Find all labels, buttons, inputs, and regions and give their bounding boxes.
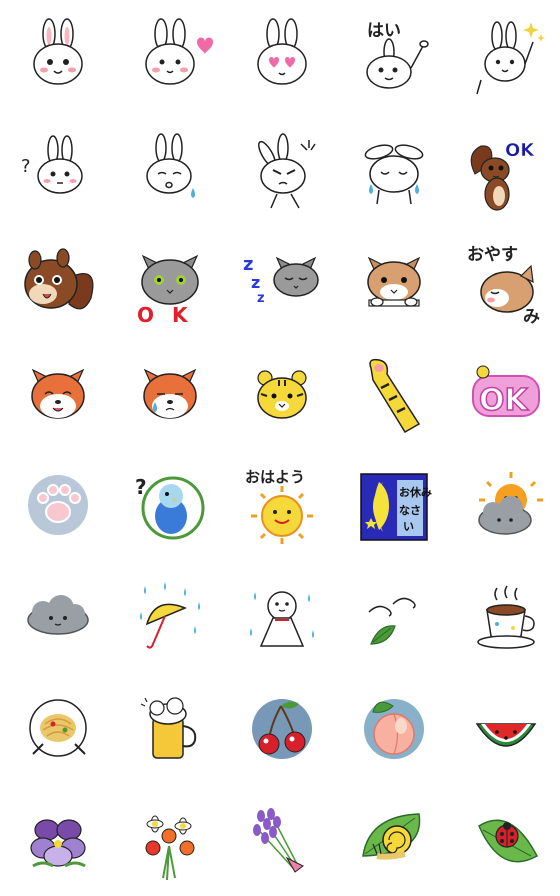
lavender-bouquet-icon[interactable] [237, 796, 327, 886]
moon-oyasuminasai-icon[interactable]: お休み なさ い [349, 460, 439, 550]
svg-text:み: み [523, 307, 540, 326]
watermelon-icon[interactable] [461, 684, 551, 774]
rabbit-question-icon[interactable]: ? [13, 124, 103, 214]
sun-ohayou-icon[interactable]: おはよう [237, 460, 327, 550]
parakeet-question-icon[interactable]: ? [125, 460, 215, 550]
zzz-text: z [243, 254, 253, 275]
cherries-icon[interactable] [237, 684, 327, 774]
coffee-cup-icon[interactable] [461, 572, 551, 662]
rabbit-sparkle-wave-icon[interactable] [461, 12, 551, 102]
pasta-plate-icon[interactable] [13, 684, 103, 774]
beer-mug-icon[interactable] [125, 684, 215, 774]
shiba-crying-icon[interactable] [125, 348, 215, 438]
sticker-sheet: はい ? OK OK z z z おやす み OK ? おはよう お休み なさ … [0, 0, 560, 896]
paw-print-icon[interactable] [13, 460, 103, 550]
peach-icon[interactable] [349, 684, 439, 774]
leaf-wind-icon[interactable] [349, 572, 439, 662]
svg-text:なさ: なさ [399, 504, 421, 517]
gray-cat-sleeping-icon[interactable]: z z z [237, 236, 327, 326]
sun-cloud-icon[interactable] [461, 460, 551, 550]
hai-text: はい [367, 21, 401, 41]
ok-text: OK [505, 140, 535, 161]
pansy-icon[interactable] [13, 796, 103, 886]
oyasumi-text: おやす [467, 245, 518, 265]
rabbit-sad-icon[interactable] [125, 124, 215, 214]
rabbit-heart-eyes-icon[interactable] [237, 12, 327, 102]
squirrel-ok-icon[interactable]: OK [461, 124, 551, 214]
ohayou-text: おはよう [245, 468, 305, 486]
question-mark-text: ? [135, 475, 147, 499]
rabbit-crying-icon[interactable] [349, 124, 439, 214]
oyasuminasai-text: お休み [399, 485, 432, 499]
ok-text: OK [137, 303, 206, 326]
tiger-paw-wave-icon[interactable] [349, 348, 439, 438]
tiger-face-icon[interactable] [237, 348, 327, 438]
shiba-happy-icon[interactable] [13, 348, 103, 438]
teru-teru-bozu-icon[interactable] [237, 572, 327, 662]
svg-text:い: い [403, 520, 414, 533]
rabbit-angry-icon[interactable] [237, 124, 327, 214]
rabbit-hai-icon[interactable]: はい [349, 12, 439, 102]
umbrella-rain-icon[interactable] [125, 572, 215, 662]
rabbit-heart-icon[interactable] [125, 12, 215, 102]
cloud-icon[interactable] [13, 572, 103, 662]
rabbit-smile-icon[interactable] [13, 12, 103, 102]
svg-text:z: z [251, 273, 260, 292]
question-mark-text: ? [21, 156, 31, 177]
svg-text:z: z [257, 291, 265, 306]
snail-leaf-icon[interactable] [349, 796, 439, 886]
flower-bouquet-icon[interactable] [125, 796, 215, 886]
gray-cat-ok-icon[interactable]: OK [125, 236, 215, 326]
ladybug-leaf-icon[interactable] [461, 796, 551, 886]
ok-text: OK [479, 383, 530, 418]
squirrel-face-icon[interactable] [13, 236, 103, 326]
tabby-cat-peek-icon[interactable] [349, 236, 439, 326]
cat-oyasumi-icon[interactable]: おやす み [461, 236, 551, 326]
ok-badge-icon[interactable]: OK [461, 348, 551, 438]
